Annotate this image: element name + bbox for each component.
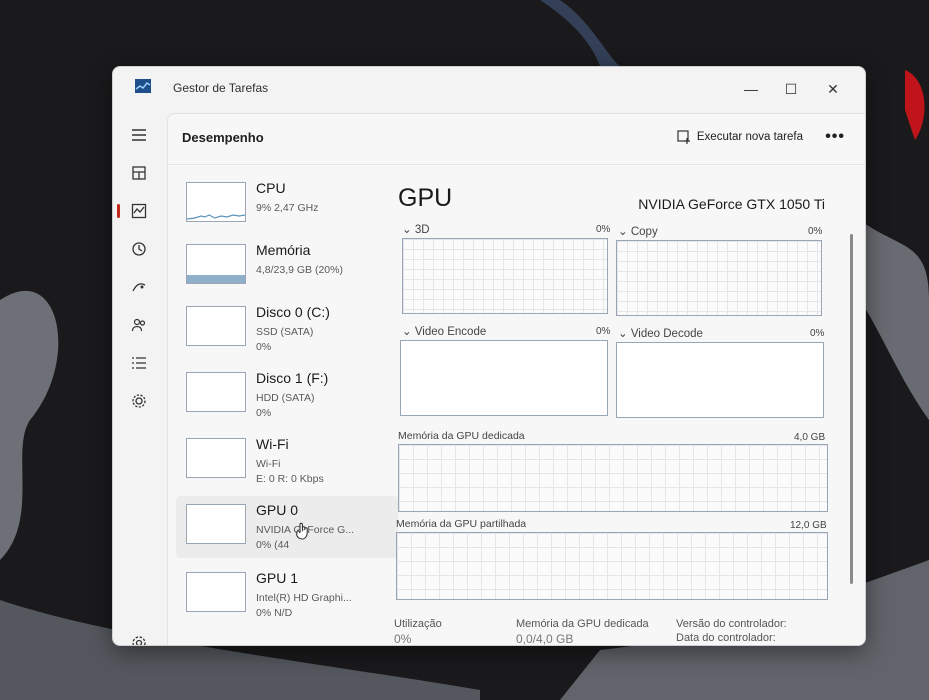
utilization-label: Utilização — [394, 618, 442, 630]
engine-percent: 0% — [808, 226, 823, 237]
performance-icon[interactable] — [117, 195, 155, 227]
services-icon[interactable] — [123, 385, 155, 417]
chevron-down-icon: ⌄ — [618, 226, 631, 238]
run-task-icon — [677, 130, 690, 144]
device-name: Disco 0 (C:) — [256, 304, 330, 320]
engine-label: 3D — [414, 224, 430, 236]
device-detail: SSD (SATA) — [256, 326, 314, 338]
driver-date-label: Data do controlador: — [676, 632, 776, 644]
engine-3d-graph — [402, 238, 608, 314]
settings-icon[interactable] — [123, 627, 155, 645]
device-name: Wi-Fi — [256, 436, 289, 452]
gpu-1-thumbnail — [186, 572, 246, 612]
engine-label: Video Decode — [630, 328, 703, 340]
close-button[interactable]: ✕ — [815, 77, 851, 101]
driver-version-label: Versão do controlador: — [676, 618, 787, 630]
run-new-task-label: Executar nova tarefa — [696, 131, 803, 143]
device-usage: 0% — [256, 341, 272, 353]
wifi-thumbnail — [186, 438, 246, 478]
dedicated-memory-graph — [398, 444, 828, 512]
page-title: Desempenho — [182, 130, 264, 145]
device-detail: Intel(R) HD Graphi... — [256, 592, 352, 604]
engine-video-encode-selector[interactable]: ⌄ Video Encode — [402, 324, 486, 338]
device-usage: 0% (44 — [256, 539, 290, 551]
shared-memory-label: Memória da GPU partilhada — [396, 518, 527, 530]
device-usage: 0% — [256, 407, 272, 419]
gpu-0-thumbnail — [186, 504, 246, 544]
users-icon[interactable] — [123, 309, 155, 341]
dedicated-memory-value: 0,0/4,0 GB — [516, 632, 574, 646]
gpu-model-name: NVIDIA GeForce GTX 1050 Ti — [638, 196, 825, 212]
detail-title: GPU — [398, 184, 453, 212]
task-manager-app-icon — [135, 79, 151, 93]
device-name: CPU — [256, 180, 286, 196]
engine-video-decode-graph — [616, 342, 824, 418]
device-usage: E: 0 R: 0 Kbps — [256, 473, 324, 485]
device-detail: Wi-Fi — [256, 458, 281, 470]
title-bar[interactable]: Gestor de Tarefas — ☐ ✕ — [113, 67, 865, 111]
memory-thumbnail — [186, 244, 246, 284]
engine-video-decode-selector[interactable]: ⌄ Video Decode — [618, 326, 703, 340]
device-detail: 4,8/23,9 GB (20%) — [256, 264, 343, 276]
device-item-wifi[interactable]: Wi-Fi Wi-Fi E: 0 R: 0 Kbps — [176, 430, 398, 492]
engine-percent: 0% — [596, 326, 611, 337]
more-options-button[interactable]: ••• — [825, 128, 845, 146]
chevron-down-icon: ⌄ — [402, 326, 415, 338]
hand-cursor-icon — [296, 522, 308, 540]
device-name: GPU 1 — [256, 570, 299, 586]
utilization-value: 0% — [394, 632, 412, 646]
device-item-gpu-0[interactable]: GPU 0 NVIDIA GeForce G... 0% (44 — [176, 496, 398, 558]
processes-icon[interactable] — [123, 157, 155, 189]
startup-apps-icon[interactable] — [123, 271, 155, 303]
device-item-memory[interactable]: Memória 4,8/23,9 GB (20%) — [176, 236, 398, 298]
chevron-down-icon: ⌄ — [618, 328, 631, 340]
device-detail: HDD (SATA) — [256, 392, 315, 404]
engine-3d-selector[interactable]: ⌄ 3D — [402, 222, 430, 236]
device-usage: 0% N/D — [256, 607, 293, 619]
chevron-down-icon: ⌄ — [402, 224, 415, 236]
engine-copy-selector[interactable]: ⌄ Copy — [618, 224, 658, 238]
shared-memory-graph — [396, 532, 828, 600]
disk-1-thumbnail — [186, 372, 246, 412]
hamburger-menu-icon[interactable] — [123, 119, 155, 151]
device-name: GPU 0 — [256, 502, 299, 518]
disk-0-thumbnail — [186, 306, 246, 346]
maximize-button[interactable]: ☐ — [773, 77, 809, 101]
header-divider — [168, 164, 865, 165]
engine-copy-graph — [616, 240, 822, 316]
details-icon[interactable] — [123, 347, 155, 379]
engine-percent: 0% — [810, 328, 825, 339]
minimize-button[interactable]: — — [733, 77, 769, 101]
cpu-thumbnail — [186, 182, 246, 222]
device-name: Memória — [256, 242, 311, 258]
run-new-task-button[interactable]: Executar nova tarefa — [677, 130, 803, 144]
device-item-disk-0[interactable]: Disco 0 (C:) SSD (SATA) 0% — [176, 298, 398, 360]
navigation-rail — [113, 111, 165, 645]
dedicated-memory-max: 4,0 GB — [794, 432, 826, 443]
device-item-gpu-1[interactable]: GPU 1 Intel(R) HD Graphi... 0% N/D — [176, 564, 398, 626]
device-item-cpu[interactable]: CPU 9% 2,47 GHz — [176, 174, 398, 236]
shared-memory-max: 12,0 GB — [790, 520, 827, 531]
dedicated-memory-label: Memória da GPU dedicada — [398, 430, 525, 442]
vertical-scrollbar[interactable] — [850, 234, 853, 584]
engine-label: Video Encode — [414, 326, 487, 338]
device-detail: 9% 2,47 GHz — [256, 202, 319, 214]
dedicated-memory-stat-label: Memória da GPU dedicada — [516, 618, 649, 630]
task-manager-window: Gestor de Tarefas — ☐ ✕ Desempenho Execu… — [112, 66, 866, 646]
device-list: CPU 9% 2,47 GHz Memória 4,8/23,9 GB (20%… — [176, 174, 398, 645]
device-item-disk-1[interactable]: Disco 1 (F:) HDD (SATA) 0% — [176, 364, 398, 426]
window-title: Gestor de Tarefas — [173, 81, 269, 95]
app-history-icon[interactable] — [123, 233, 155, 265]
engine-percent: 0% — [596, 224, 611, 235]
engine-label: Copy — [630, 226, 658, 238]
performance-pane: Desempenho Executar nova tarefa ••• CPU … — [167, 113, 865, 645]
device-name: Disco 1 (F:) — [256, 370, 329, 386]
engine-video-encode-graph — [400, 340, 608, 416]
